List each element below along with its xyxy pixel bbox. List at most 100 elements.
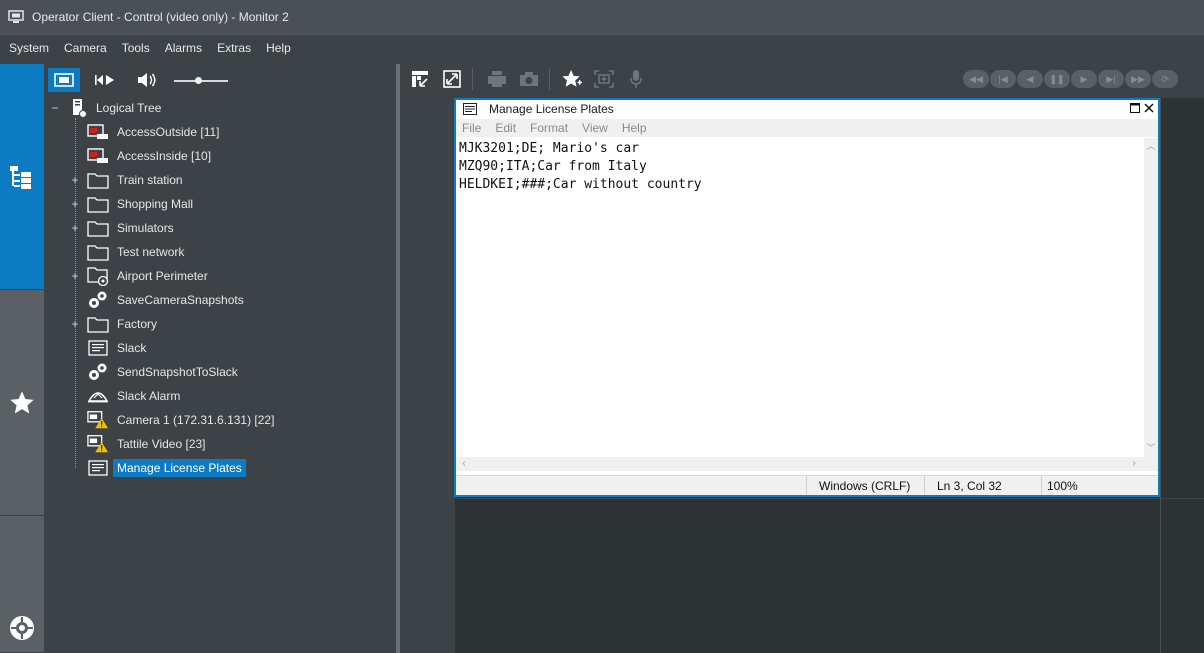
tree-item[interactable]: + Train station xyxy=(44,169,396,191)
live-mode-button[interactable] xyxy=(48,68,80,92)
step-forward-icon: ▶ xyxy=(1080,73,1088,84)
expand-icon[interactable]: + xyxy=(70,222,80,234)
speaker-button[interactable] xyxy=(130,68,164,92)
menu-camera[interactable]: Camera xyxy=(55,41,113,55)
fullscreen-button[interactable] xyxy=(438,67,466,91)
notepad-title-bar[interactable]: Manage License Plates xyxy=(456,100,1158,118)
collapse-icon[interactable]: − xyxy=(50,102,60,114)
notepad-window[interactable]: Manage License Plates File Edit Format V… xyxy=(454,98,1160,497)
folder-icon xyxy=(87,314,109,334)
volume-knob[interactable] xyxy=(195,77,202,84)
tree-pane-button[interactable] xyxy=(406,67,434,91)
tree-item[interactable]: Slack xyxy=(44,337,396,359)
tree-item[interactable]: Slack Alarm xyxy=(44,385,396,407)
notepad-menu-format[interactable]: Format xyxy=(523,121,575,135)
loop-button[interactable]: ⟳ xyxy=(1152,70,1178,88)
tree-item[interactable]: + Shopping Mall xyxy=(44,193,396,215)
notepad-status-bar: Windows (CRLF) Ln 3, Col 32 100% xyxy=(456,475,1158,495)
tree-item[interactable]: Manage License Plates xyxy=(44,457,396,479)
tree-item[interactable]: AccessInside [10] xyxy=(44,145,396,167)
settings-tab[interactable] xyxy=(0,516,44,653)
monitor-app-icon xyxy=(8,10,24,23)
tree-item[interactable]: Test network xyxy=(44,241,396,263)
expand-icon[interactable]: + xyxy=(70,198,80,210)
close-button[interactable] xyxy=(1142,101,1156,115)
window-controls xyxy=(1128,101,1156,115)
image-toolbar: ◀◀ |◀ ◀ ❚❚ ▶ ▶| ▶▶ ⟳ xyxy=(400,64,1204,94)
expand-icon[interactable]: + xyxy=(70,174,80,186)
status-line-ending: Windows (CRLF) xyxy=(806,476,924,495)
favorites-tab[interactable] xyxy=(0,290,44,516)
star-icon xyxy=(10,390,34,413)
toolbar-separator xyxy=(472,68,473,90)
print-button[interactable] xyxy=(483,67,511,91)
microphone-button[interactable] xyxy=(622,67,650,91)
tree-item-label: Airport Perimeter xyxy=(117,269,208,283)
gear-wheel-icon xyxy=(10,616,34,640)
status-cursor-position: Ln 3, Col 32 xyxy=(924,476,1041,495)
toolbar-separator xyxy=(549,68,550,90)
fast-rewind-button[interactable]: ◀◀ xyxy=(963,70,989,88)
notepad-menu-view[interactable]: View xyxy=(575,121,615,135)
tree-item-label: SaveCameraSnapshots xyxy=(117,293,244,307)
tree-item[interactable]: + Airport Perimeter xyxy=(44,265,396,287)
window-title: Operator Client - Control (video only) -… xyxy=(32,10,289,24)
skip-forward-button[interactable]: ▶| xyxy=(1098,70,1124,88)
text-line: HELDKEI;###;Car without country xyxy=(459,177,702,192)
menu-help[interactable]: Help xyxy=(257,41,297,55)
live-mode-icon xyxy=(54,73,74,87)
tree-item[interactable]: SaveCameraSnapshots xyxy=(44,289,396,311)
vertical-scrollbar[interactable]: ︿ ﹀ xyxy=(1144,138,1158,457)
skip-back-button[interactable]: |◀ xyxy=(990,70,1016,88)
notepad-menu-edit[interactable]: Edit xyxy=(488,121,523,135)
notepad-menu-help[interactable]: Help xyxy=(615,121,654,135)
print-icon xyxy=(488,71,506,87)
scroll-left-icon[interactable]: ‹ xyxy=(459,459,469,469)
fast-forward-button[interactable]: ▶▶ xyxy=(1125,70,1151,88)
zoom-button[interactable] xyxy=(590,67,618,91)
expand-icon[interactable]: + xyxy=(70,270,80,282)
volume-slider[interactable] xyxy=(174,72,228,88)
tree-item[interactable]: Tattile Video [23] xyxy=(44,433,396,455)
loop-icon: ⟳ xyxy=(1161,73,1169,84)
menu-system[interactable]: System xyxy=(0,41,55,55)
tree-item[interactable]: + Factory xyxy=(44,313,396,335)
tree-root[interactable]: − Logical Tree xyxy=(44,97,396,119)
notepad-icon xyxy=(463,103,477,115)
menu-alarms[interactable]: Alarms xyxy=(156,41,208,55)
tree-item[interactable]: SendSnapshotToSlack xyxy=(44,361,396,383)
folder-icon xyxy=(87,218,109,238)
pause-button[interactable]: ❚❚ xyxy=(1044,70,1070,88)
folder-icon xyxy=(87,170,109,190)
tree-item[interactable]: + Simulators xyxy=(44,217,396,239)
scroll-up-icon[interactable]: ︿ xyxy=(1146,141,1156,151)
menu-tools[interactable]: Tools xyxy=(113,41,156,55)
horizontal-scrollbar[interactable]: ‹ › xyxy=(456,457,1144,471)
favorite-button[interactable] xyxy=(558,67,586,91)
folder-icon xyxy=(87,242,109,262)
tree-item[interactable]: AccessOutside [11] xyxy=(44,121,396,143)
playback-mode-icon xyxy=(95,75,114,85)
scroll-down-icon[interactable]: ﹀ xyxy=(1146,443,1156,453)
snapshot-icon xyxy=(520,72,538,86)
step-back-button[interactable]: ◀ xyxy=(1017,70,1043,88)
expand-icon[interactable]: + xyxy=(70,318,80,330)
fast-forward-icon: ▶▶ xyxy=(1131,73,1145,84)
document-icon xyxy=(87,338,109,358)
logical-tree-tab[interactable] xyxy=(0,64,44,290)
menu-bar: System Camera Tools Alarms Extras Help xyxy=(0,34,1204,60)
notepad-text-area[interactable]: MJK3201;DE; Mario's car MZQ90;ITA;Car fr… xyxy=(456,138,1144,457)
tree-item-label: Tattile Video [23] xyxy=(117,437,206,451)
favorite-icon xyxy=(562,69,582,87)
step-forward-button[interactable]: ▶ xyxy=(1071,70,1097,88)
tree-icon xyxy=(10,165,31,189)
tree-pane-icon xyxy=(412,71,428,87)
snapshot-button[interactable] xyxy=(515,67,543,91)
tree-item[interactable]: Camera 1 (172.31.6.131) [22] xyxy=(44,409,396,431)
notepad-menu-file[interactable]: File xyxy=(456,121,488,135)
menu-extras[interactable]: Extras xyxy=(208,41,257,55)
tree-item-label: Slack xyxy=(117,341,147,355)
playback-mode-button[interactable] xyxy=(88,68,122,92)
scroll-right-icon[interactable]: › xyxy=(1129,459,1139,469)
maximize-button[interactable] xyxy=(1128,101,1142,115)
